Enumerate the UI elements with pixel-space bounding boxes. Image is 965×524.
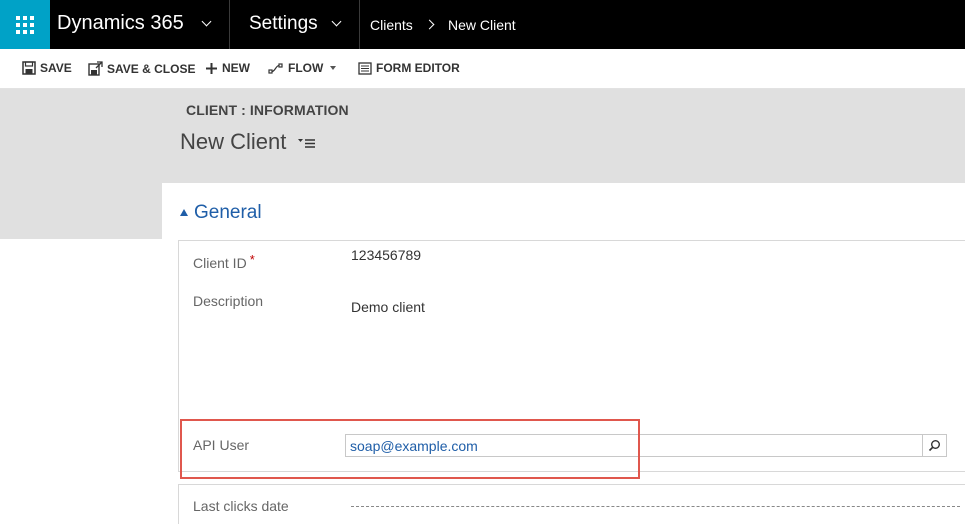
- client-id-field[interactable]: 123456789: [351, 247, 421, 263]
- description-field[interactable]: Demo client: [351, 299, 425, 315]
- plus-icon: [206, 62, 217, 74]
- flow-label: FLOW: [288, 61, 324, 75]
- search-icon: [928, 440, 940, 452]
- entity-form-label: CLIENT : INFORMATION: [186, 102, 349, 118]
- record-title: New Client: [180, 129, 287, 154]
- new-button[interactable]: NEW: [205, 61, 250, 75]
- section-general-header[interactable]: General: [180, 202, 262, 224]
- lookup-search-button[interactable]: [922, 435, 946, 456]
- collapse-triangle-icon: [180, 208, 188, 216]
- command-bar: SAVE SAVE & CLOSE NEW FLOW FORM EDITOR: [0, 49, 965, 89]
- last-clicks-date-label: Last clicks date: [193, 498, 289, 514]
- new-label: NEW: [222, 61, 250, 75]
- chevron-right-icon: [424, 19, 435, 30]
- form-editor-button[interactable]: FORM EDITOR: [358, 61, 460, 75]
- save-icon: [22, 61, 36, 75]
- area-chevron-down-icon[interactable]: [331, 16, 342, 27]
- form-selector-icon[interactable]: [298, 137, 316, 149]
- flow-icon: [268, 62, 283, 74]
- top-nav-bar: Dynamics 365 Settings Clients New Client: [0, 0, 965, 49]
- last-clicks-date-field[interactable]: [351, 506, 960, 507]
- save-close-button[interactable]: SAVE & CLOSE: [88, 61, 195, 76]
- breadcrumb-current: New Client: [448, 17, 516, 33]
- nav-divider: [359, 0, 360, 49]
- form-editor-icon: [358, 61, 372, 75]
- app-launcher-button[interactable]: [0, 0, 50, 49]
- description-label: Description: [193, 293, 264, 309]
- required-indicator: *: [249, 252, 255, 267]
- save-close-label: SAVE & CLOSE: [107, 61, 196, 76]
- form-editor-label: FORM EDITOR: [376, 61, 460, 75]
- highlight-box: [180, 419, 640, 479]
- client-id-label: Client ID *: [193, 252, 255, 271]
- app-name[interactable]: Dynamics 365: [57, 12, 184, 35]
- save-label: SAVE: [40, 61, 72, 75]
- save-close-icon: [88, 61, 103, 76]
- area-name[interactable]: Settings: [249, 13, 318, 35]
- app-chevron-down-icon[interactable]: [201, 16, 212, 27]
- waffle-icon: [16, 15, 34, 34]
- flow-button[interactable]: FLOW: [268, 61, 338, 75]
- section-title: General: [194, 202, 262, 223]
- save-button[interactable]: SAVE: [22, 61, 72, 75]
- nav-divider: [229, 0, 230, 49]
- breadcrumb-clients[interactable]: Clients: [370, 17, 413, 33]
- caret-down-icon: [330, 66, 337, 70]
- section-next: [178, 484, 965, 524]
- client-id-label-text: Client ID: [193, 255, 247, 271]
